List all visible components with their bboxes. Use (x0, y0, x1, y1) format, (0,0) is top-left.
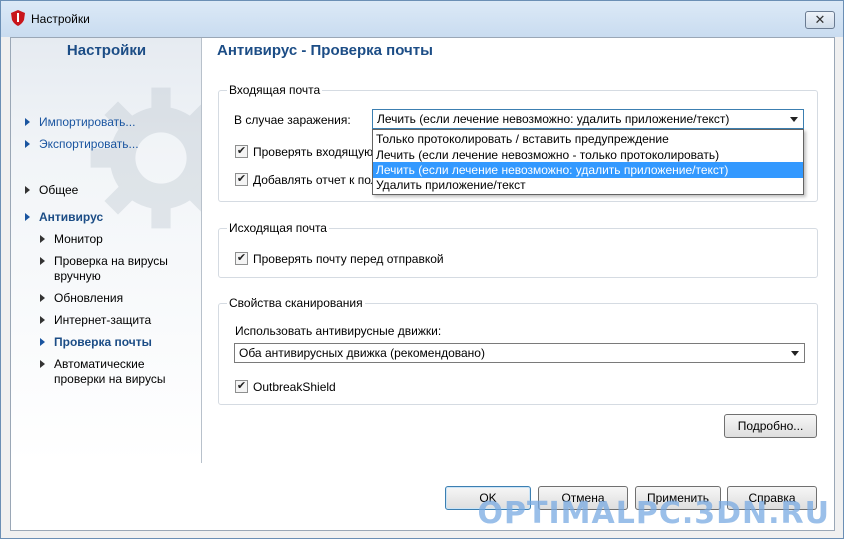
scan-properties-legend: Свойства сканирования (227, 296, 365, 310)
page-title: Антивирус - Проверка почты (217, 42, 433, 59)
outgoing-mail-legend: Исходящая почта (227, 221, 329, 235)
chevron-right-icon (40, 360, 45, 368)
check-before-send-label: Проверять почту перед отправкой (253, 252, 444, 266)
chevron-right-icon (25, 186, 30, 194)
chevron-down-icon (791, 351, 799, 356)
chevron-right-icon (40, 235, 45, 243)
infection-action-select[interactable]: Лечить (если лечение невозможно: удалить… (372, 109, 804, 129)
chevron-right-icon (40, 257, 45, 265)
dropdown-option[interactable]: Удалить приложение/текст (373, 177, 803, 193)
chevron-down-icon (790, 117, 798, 122)
check-incoming-label: Проверять входящую (253, 145, 374, 159)
dropdown-option[interactable]: Лечить (если лечение невозможно - только… (373, 147, 803, 163)
sidebar-item-monitor[interactable]: Монитор (54, 232, 103, 247)
sidebar-item-antivirus[interactable]: Антивирус (39, 210, 103, 225)
sidebar: Настройки Импортировать... Экспортироват… (11, 38, 202, 463)
settings-window: Настройки ✕ Настройки Импортировать... Э… (0, 0, 844, 539)
dropdown-option-selected[interactable]: Лечить (если лечение невозможно: удалить… (373, 162, 803, 178)
check-before-send-checkbox[interactable]: ✔ (235, 252, 248, 265)
outbreakshield-label: OutbreakShield (253, 380, 336, 394)
sidebar-item-updates[interactable]: Обновления (54, 291, 123, 306)
outbreakshield-checkbox[interactable]: ✔ (235, 380, 248, 393)
infection-action-dropdown: Только протоколировать / вставить предуп… (372, 129, 804, 195)
sidebar-item-auto-scan[interactable]: Автоматические проверки на вирусы (54, 357, 189, 387)
main-panel: Антивирус - Проверка почты Входящая почт… (203, 38, 834, 463)
chevron-right-icon (40, 338, 45, 346)
engines-value: Оба антивирусных движка (рекомендовано) (239, 346, 485, 360)
sidebar-item-web-protection[interactable]: Интернет-защита (54, 313, 151, 328)
incoming-mail-legend: Входящая почта (227, 83, 323, 97)
chevron-right-icon (25, 140, 30, 148)
sidebar-item-manual-scan[interactable]: Проверка на вирусы вручную (54, 254, 194, 284)
sidebar-item-general[interactable]: Общее (39, 183, 78, 198)
add-report-label: Добавлять отчет к пол (253, 173, 378, 187)
engines-select[interactable]: Оба антивирусных движка (рекомендовано) (234, 343, 805, 363)
chevron-right-icon (25, 213, 30, 221)
dropdown-option[interactable]: Только протоколировать / вставить предуп… (373, 131, 803, 147)
close-button[interactable]: ✕ (805, 11, 835, 29)
engines-label: Использовать антивирусные движки: (235, 324, 442, 338)
sidebar-title: Настройки (66, 42, 147, 59)
details-button[interactable]: Подробно... (724, 414, 817, 438)
chevron-right-icon (25, 118, 30, 126)
chevron-right-icon (40, 316, 45, 324)
content-area: Настройки Импортировать... Экспортироват… (10, 37, 835, 531)
title-bar[interactable]: Настройки ✕ (1, 1, 843, 37)
add-report-checkbox[interactable]: ✔ (235, 173, 248, 186)
sidebar-item-mail-check[interactable]: Проверка почты (54, 335, 152, 350)
check-incoming-checkbox[interactable]: ✔ (235, 145, 248, 158)
infection-action-value: Лечить (если лечение невозможно: удалить… (377, 112, 730, 126)
import-link[interactable]: Импортировать... (39, 115, 135, 130)
chevron-right-icon (40, 294, 45, 302)
watermark-text: OPTIMALPC.3DN.RU (477, 496, 830, 531)
window-title: Настройки (31, 12, 90, 26)
infection-label: В случае заражения: (234, 113, 351, 127)
export-link[interactable]: Экспортировать... (39, 137, 139, 152)
shield-app-icon (11, 10, 25, 26)
